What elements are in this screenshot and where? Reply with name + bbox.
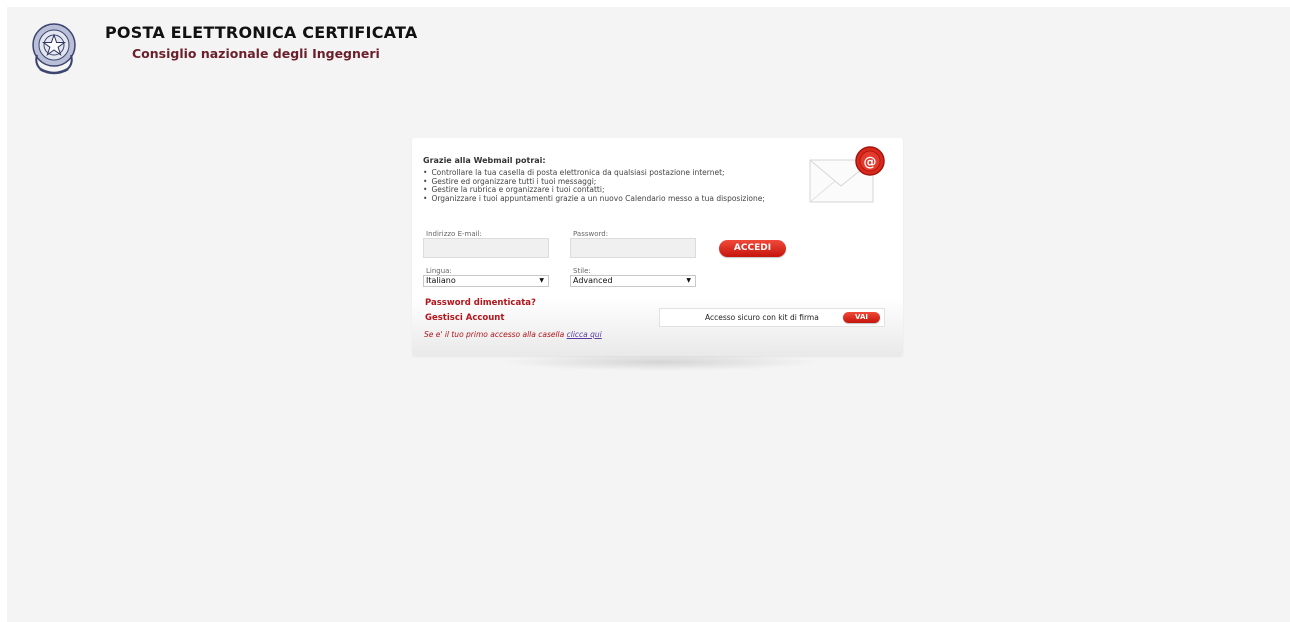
login-card: Grazie alla Webmail potrai: Controllare … [412,138,903,356]
style-value: Advanced [573,276,613,285]
login-button[interactable]: ACCEDI [719,240,786,257]
style-label: Stile: [573,267,591,275]
style-select[interactable]: Advanced ▼ [570,275,696,287]
password-label: Password: [573,230,609,238]
language-select[interactable]: Italiano ▼ [423,275,549,287]
first-access-note: Se e' il tuo primo accesso alla casella … [424,330,602,339]
header: POSTA ELETTRONICA CERTIFICATA Consiglio … [31,21,431,81]
page-title: POSTA ELETTRONICA CERTIFICATA [105,23,418,42]
manage-account-link[interactable]: Gestisci Account [425,313,504,323]
chevron-down-icon: ▼ [686,277,691,284]
signkit-go-button[interactable]: VAI [843,312,880,323]
forgot-password-link[interactable]: Password dimenticata? [425,298,536,308]
organization-subtitle: Consiglio nazionale degli Ingegneri [132,46,380,61]
signkit-access-box: Accesso sicuro con kit di firma VAI [659,308,885,327]
intro-title: Grazie alla Webmail potrai: [423,156,546,165]
password-field[interactable] [570,238,696,258]
chevron-down-icon: ▼ [539,277,544,284]
svg-text:@: @ [864,155,877,170]
envelope-icon: @ [809,146,885,203]
first-access-text: Se e' il tuo primo accesso alla casella [424,330,565,339]
feature-item: Organizzare i tuoi appuntamenti grazie a… [423,194,764,204]
signkit-label: Accesso sicuro con kit di firma [705,313,819,322]
first-access-link[interactable]: clicca qui [567,330,602,339]
language-value: Italiano [426,276,456,285]
email-label: Indirizzo E-mail: [426,230,482,238]
email-field[interactable] [423,238,549,258]
language-label: Lingua: [426,267,452,275]
republic-emblem-icon [32,23,76,75]
feature-list: Controllare la tua casella di posta elet… [423,168,764,204]
